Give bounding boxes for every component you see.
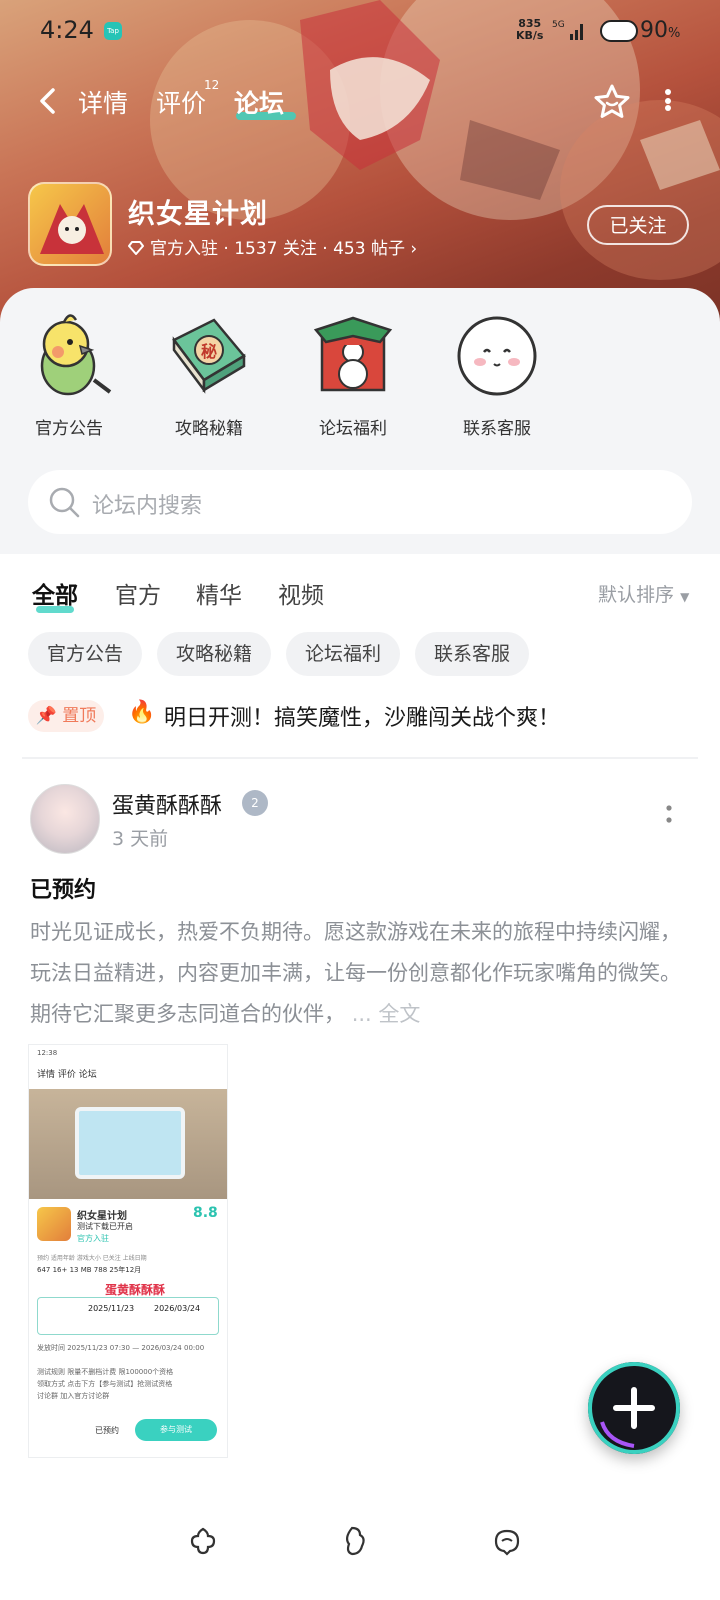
post-author[interactable]: 蛋黄酥酥酥 [112,788,222,820]
mini-reserved: 已预约 [95,1426,119,1435]
community-icon[interactable] [490,1524,524,1558]
gift-icon [313,316,393,392]
mini-rule: 测试规则 限量不删档计费 限100000个资格 [37,1368,174,1376]
battery-face-icon [600,20,638,42]
signal-icon: 5G [552,20,583,40]
caret-down-icon: ▼ [680,590,690,604]
follow-count: 1537 关注 [234,239,317,259]
taptap-notification-icon: Tap [104,22,122,40]
official-diamond-icon [128,241,144,255]
post-image[interactable]: 12:38 详情 评价 论坛 织女星计划 测试下载已开启 官方入驻 8.8 预约… [28,1044,228,1458]
filter-tab-all[interactable]: 全部 [32,576,78,610]
mini-stats-values: 647 16+ 13 MB 788 25年12月 [37,1266,142,1274]
sort-dropdown[interactable]: 默认排序 ▼ [598,580,689,607]
user-level-badge: 2 [242,790,268,816]
chip-announcements[interactable]: 官方公告 [28,632,142,676]
quick-link-label: 联系客服 [463,419,531,439]
mini-stats-labels: 预约 适用年龄 游戏大小 已关注 上线日期 [37,1255,147,1262]
chip-guides[interactable]: 攻略秘籍 [157,632,271,676]
forum-quick-links-card: 官方公告 秘 攻略秘籍 论坛福利 联系客服 论坛内搜索 [0,288,720,554]
quick-link-label: 攻略秘籍 [175,419,243,439]
pinned-post[interactable]: 📌 置顶 🔥 明日开测！搞笑魔性，沙雕闯关战个爽！ [28,700,708,734]
mini-app-icon [37,1207,71,1241]
network-speed: 835 KB/s [516,17,544,42]
divider [22,757,698,759]
category-chips: 官方公告 攻略秘籍 论坛福利 联系客服 [0,632,720,678]
mini-end-date: 2026/03/24 [154,1304,201,1313]
status-bar: 4:24 Tap 835 KB/s 5G 90% [0,0,720,62]
mini-join-button: 参与测试 [135,1419,217,1441]
filter-tab-video[interactable]: 视频 [278,576,324,610]
quick-link-label: 官方公告 [35,419,103,439]
mini-date-range: 2025/11/23 2026/03/24 [37,1297,219,1335]
back-icon[interactable] [34,86,64,116]
svg-text:秘: 秘 [201,342,217,361]
app-icon[interactable] [28,182,112,266]
mini-claim: 领取方式 点击下方【参与测试】抢测试资格 [37,1380,173,1388]
post-filter-tabs: 全部 官方 精华 视频 默认排序 ▼ [0,566,720,626]
mini-official: 官方入驻 [77,1234,109,1243]
app-meta[interactable]: 官方入驻 · 1537 关注 · 453 帖子 › [128,234,417,259]
chip-support[interactable]: 联系客服 [415,632,529,676]
filter-tab-featured[interactable]: 精华 [196,576,242,610]
quick-link-perks[interactable]: 论坛福利 [298,310,408,439]
mini-subtitle: 测试下载已开启 [77,1222,133,1231]
favorite-star-icon[interactable] [592,82,632,122]
official-label: 官方入驻 [150,239,218,259]
tab-details[interactable]: 详情 [78,84,128,120]
chip-perks[interactable]: 论坛福利 [286,632,400,676]
home-flower-icon[interactable] [186,1524,220,1558]
pinned-badge: 📌 置顶 [28,700,104,732]
mini-release: 发放时间 2025/11/23 07:30 — 2026/03/24 00:00 [37,1344,205,1352]
bottom-navigation [0,1498,720,1600]
mini-score: 8.8 [193,1205,218,1221]
discover-icon[interactable] [338,1524,372,1558]
quick-link-label: 论坛福利 [319,419,387,439]
search-placeholder: 论坛内搜索 [92,494,203,519]
svg-text:5G: 5G [552,20,565,30]
avatar[interactable] [30,784,100,854]
top-navigation: 详情 评价 12 论坛 [0,72,720,132]
mini-watermark: 蛋黄酥酥酥 [105,1283,166,1297]
quick-link-announcements[interactable]: 官方公告 [14,310,124,439]
status-time: 4:24 [40,16,94,44]
app-name: 织女星计划 [128,199,268,230]
mini-app-name: 织女星计划 [77,1211,127,1222]
plus-icon [600,1387,655,1448]
search-icon [49,487,80,518]
pin-icon: 📌 [35,706,57,726]
support-face-icon [457,316,537,396]
mini-banner-art [75,1107,185,1179]
mini-start-date: 2025/11/23 [88,1304,135,1313]
pinned-title: 明日开测！搞笑魔性，沙雕闯关战个爽！ [164,706,561,731]
filter-tab-official[interactable]: 官方 [115,576,161,610]
active-filter-indicator [36,606,74,613]
quick-link-guides[interactable]: 秘 攻略秘籍 [154,310,264,439]
guide-book-icon: 秘 [172,318,246,394]
post-body: 时光见证成长，热爱不负期待。愿这款游戏在未来的旅程中持续闪耀，玩法日益精进，内容… [30,920,681,1026]
fire-icon: 🔥 [128,700,156,725]
tab-reviews[interactable]: 评价 [156,84,206,120]
post-time: 3 天前 [112,828,169,850]
more-options-icon[interactable] [658,86,678,116]
mini-status-time: 12:38 [37,1049,58,1057]
post-title: 已预约 [30,878,97,903]
create-post-button[interactable] [588,1362,680,1454]
followed-button[interactable]: 已关注 [587,205,689,245]
forum-search-bar[interactable]: 论坛内搜索 [28,470,692,534]
cockatiel-icon [40,314,112,396]
post-more-icon[interactable] [664,802,674,828]
tab-forum[interactable]: 论坛 [234,84,284,120]
reviews-count: 12 [204,78,220,92]
chevron-right-icon: › [410,239,418,259]
quick-link-support[interactable]: 联系客服 [442,310,552,439]
battery-level: 90% [640,18,681,43]
read-more-link[interactable]: ... 全文 [352,1002,421,1026]
post-count: 453 帖子 [333,239,405,259]
mini-group: 讨论群 加入官方讨论群 [37,1392,110,1400]
